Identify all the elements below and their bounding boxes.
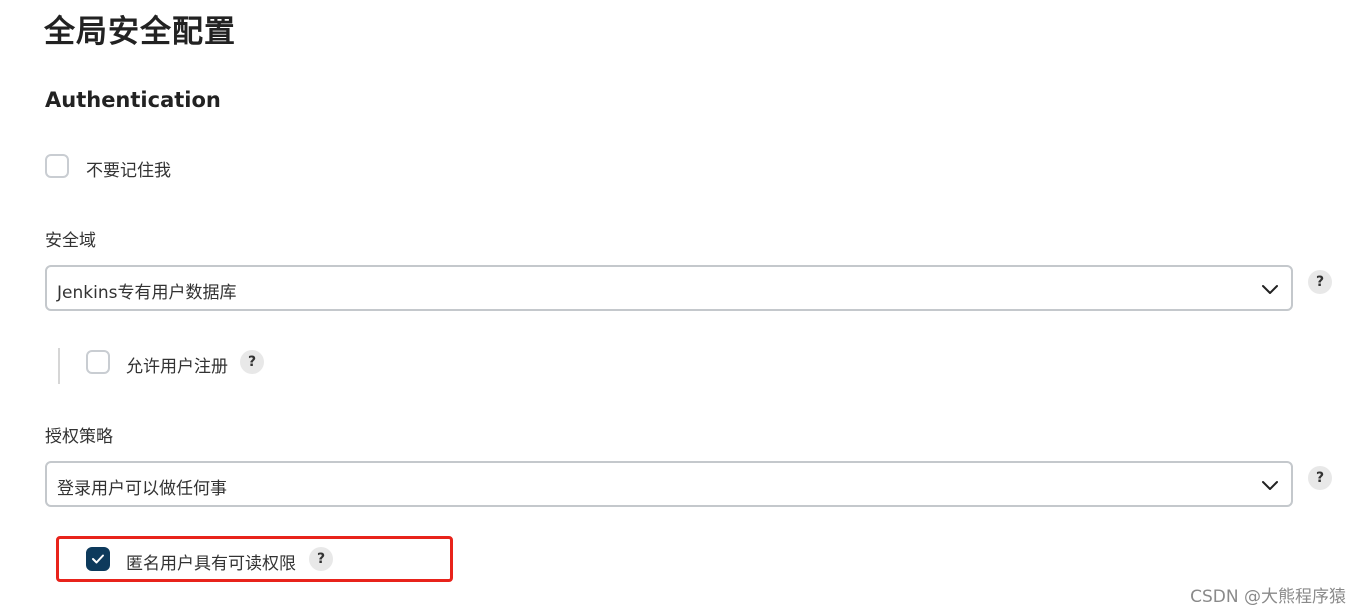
security-realm-selected-value: Jenkins专有用户数据库	[57, 283, 237, 303]
global-security-config-page: 全局安全配置 Authentication 不要记住我 安全域 Jenkins专…	[0, 0, 1362, 614]
authorization-help-icon[interactable]: ?	[1308, 466, 1332, 490]
watermark: CSDN @大熊程序猿	[1190, 587, 1346, 607]
authorization-strategy-select[interactable]: 登录用户可以做任何事	[45, 461, 1293, 507]
remember-me-checkbox[interactable]	[45, 154, 69, 178]
chevron-down-icon	[1261, 281, 1279, 300]
allow-signup-help-icon[interactable]: ?	[240, 350, 264, 374]
security-realm-help-icon[interactable]: ?	[1308, 270, 1332, 294]
security-realm-label: 安全域	[45, 231, 96, 251]
page-title: 全局安全配置	[44, 14, 236, 50]
nested-options-rule	[58, 348, 60, 384]
authentication-heading: Authentication	[45, 88, 221, 112]
chevron-down-icon	[1261, 477, 1279, 496]
remember-me-label[interactable]: 不要记住我	[86, 156, 171, 181]
authorization-selected-value: 登录用户可以做任何事	[57, 479, 227, 499]
allow-signup-label[interactable]: 允许用户注册	[126, 352, 228, 377]
security-realm-select[interactable]: Jenkins专有用户数据库	[45, 265, 1293, 311]
allow-signup-checkbox[interactable]	[86, 350, 110, 374]
annotation-highlight-box	[56, 536, 453, 582]
authorization-label: 授权策略	[45, 427, 113, 447]
